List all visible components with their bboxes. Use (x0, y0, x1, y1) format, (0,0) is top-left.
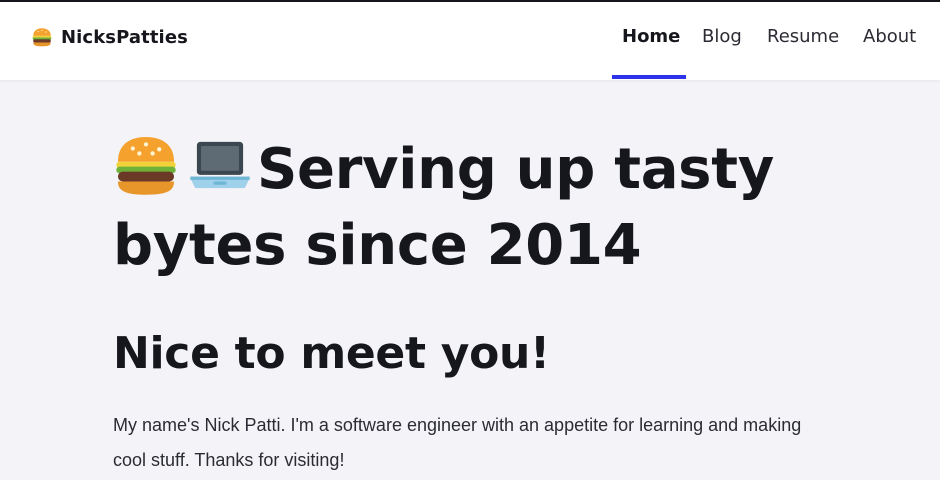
navbar: NicksPatties Home Blog Resume About (0, 2, 940, 80)
active-nav-indicator (612, 75, 686, 79)
intro-paragraph: My name's Nick Patti. I'm a software eng… (113, 415, 802, 470)
burger-icon (32, 28, 52, 47)
hero-emoji (113, 132, 253, 198)
hero: Serving up tasty bytes since 2014 (113, 132, 833, 284)
brand-name: NicksPatties (61, 26, 188, 48)
nav-blog-link[interactable]: Blog (702, 26, 742, 47)
nav-resume-link[interactable]: Resume (767, 26, 839, 47)
nav-about-link[interactable]: About (863, 26, 916, 47)
burger-icon (116, 136, 176, 195)
nav-home-link[interactable]: Home (622, 26, 680, 47)
section-heading: Nice to meet you! (113, 328, 550, 379)
laptop-icon (190, 141, 250, 189)
hero-heading: Serving up tasty bytes since 2014 (113, 132, 833, 284)
brand-link[interactable]: NicksPatties (31, 26, 188, 48)
